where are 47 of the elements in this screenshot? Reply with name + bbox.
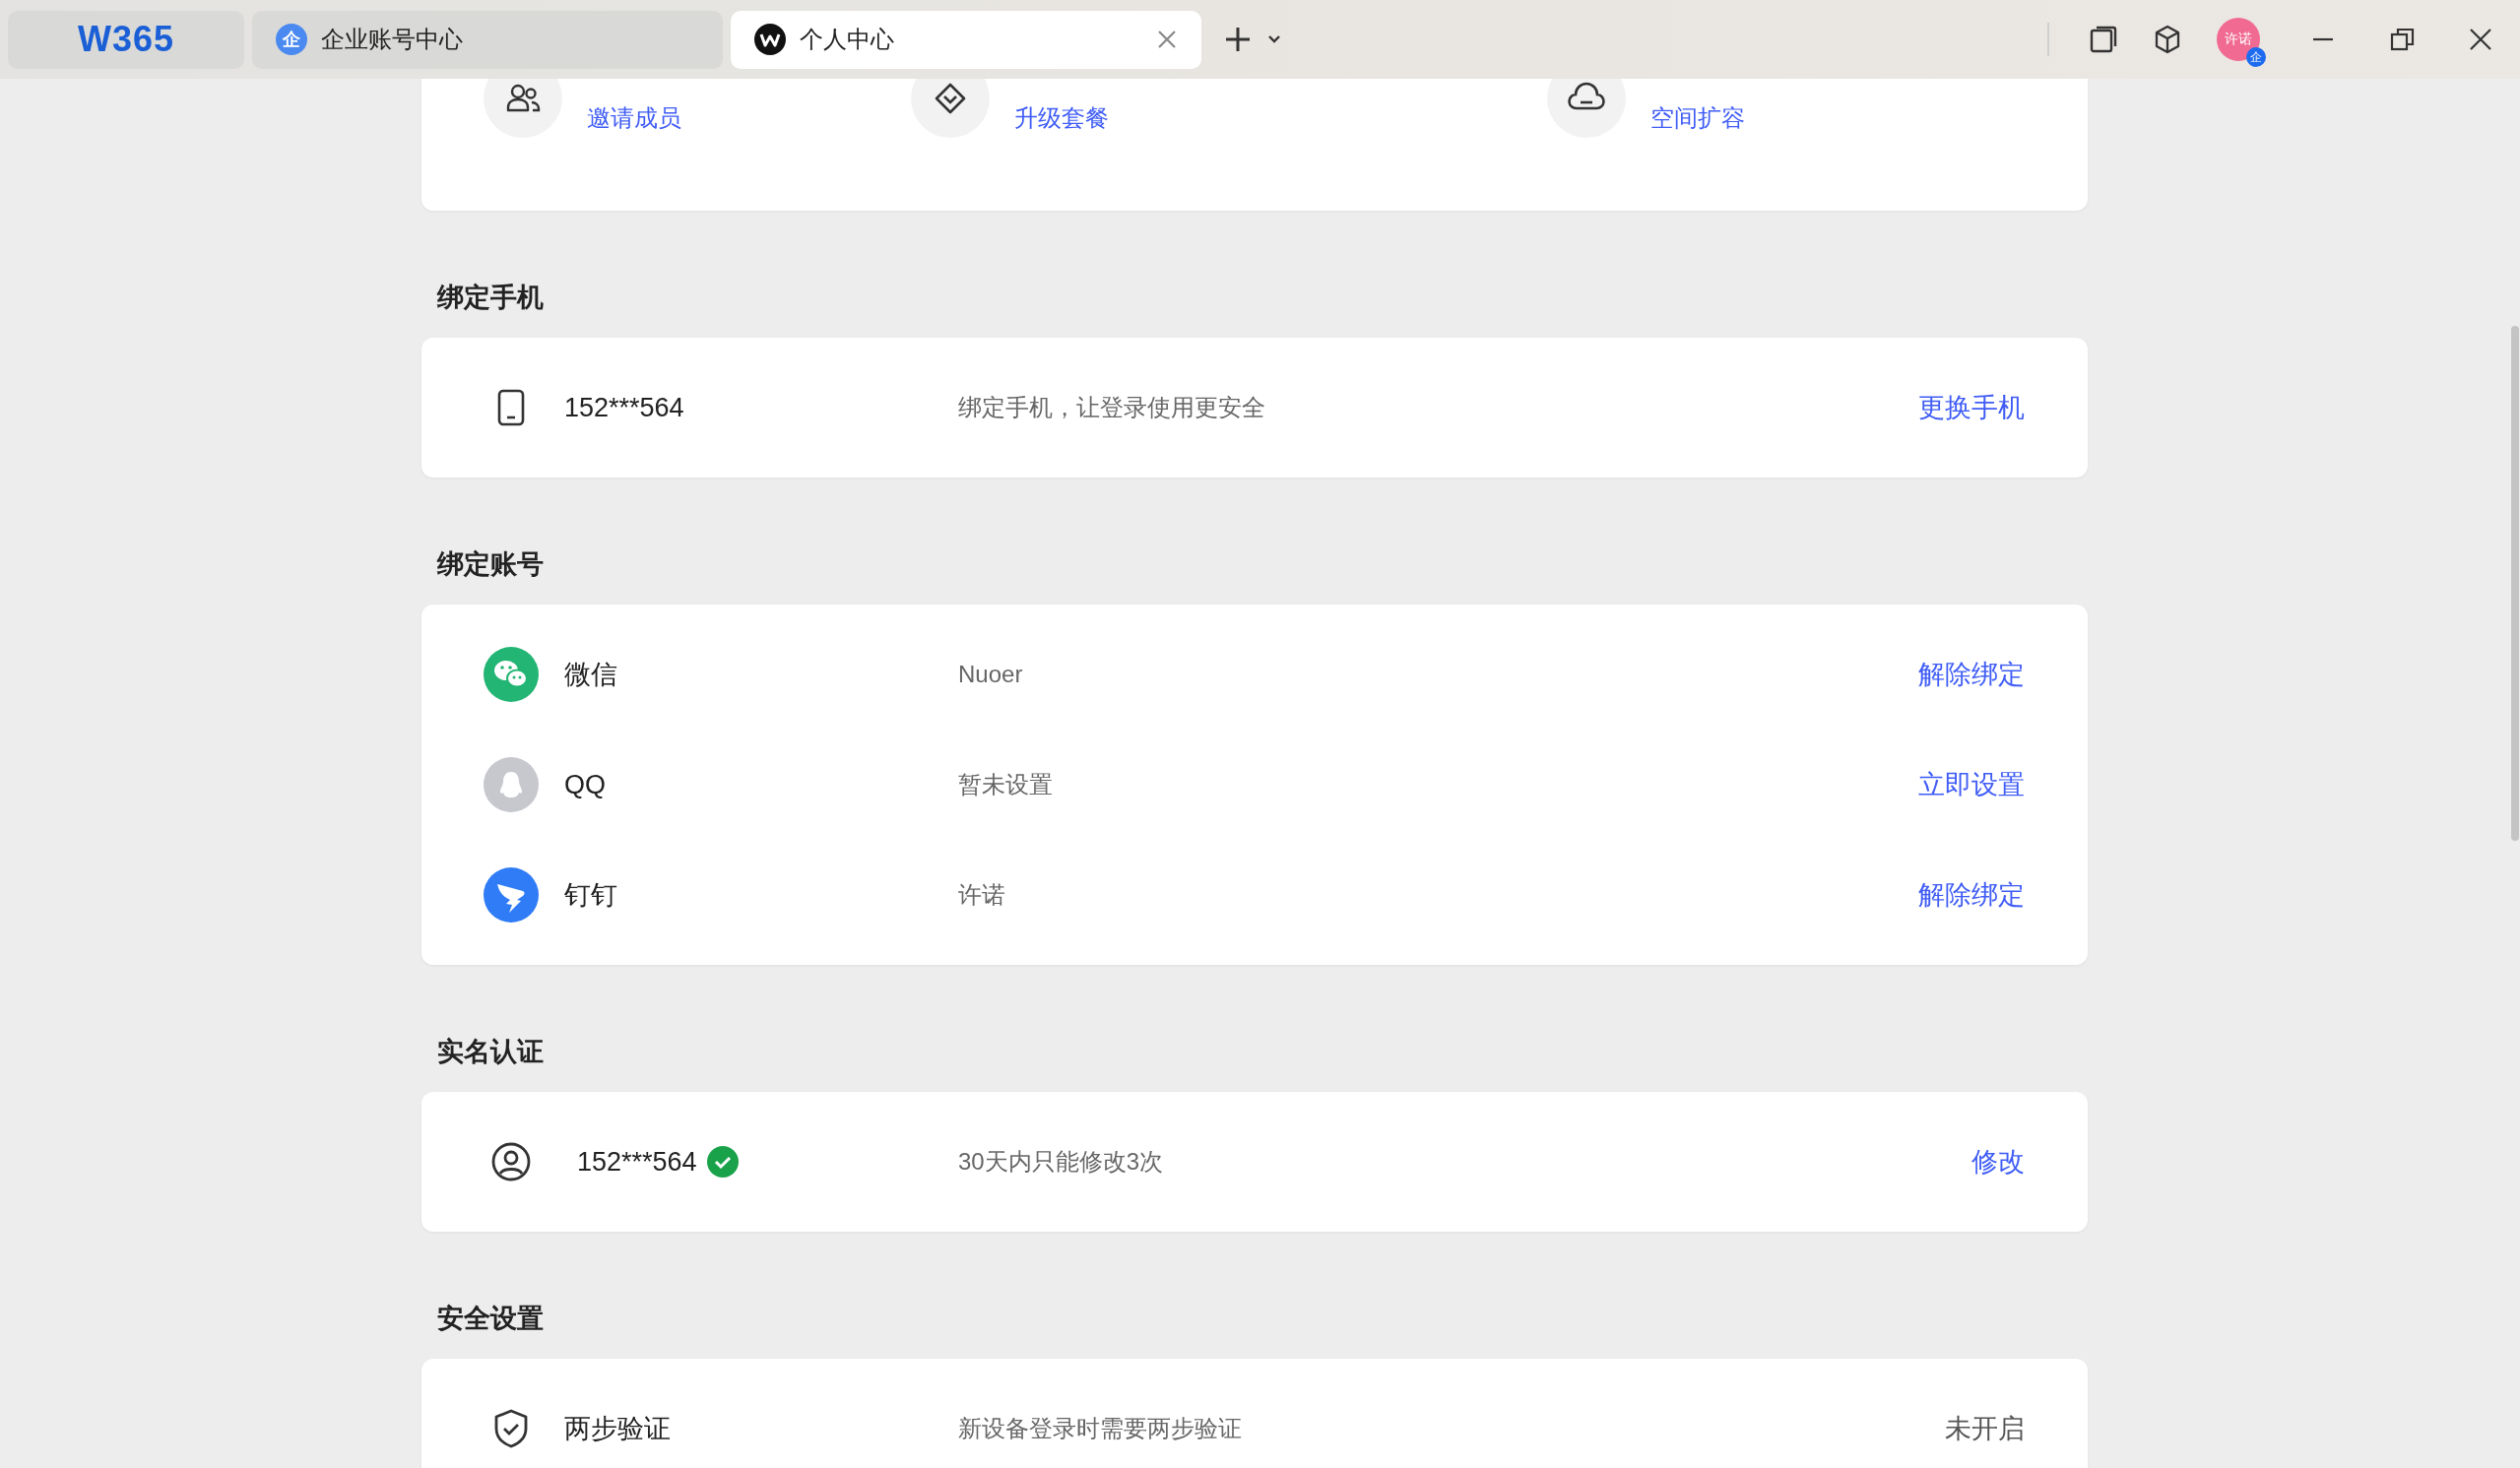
company-icon: 企 xyxy=(276,24,307,55)
diamond-icon xyxy=(911,79,990,138)
section-title: 安全设置 xyxy=(437,1303,545,1335)
phone-icon xyxy=(496,388,526,427)
tab[interactable]: 企 企业账号中心 xyxy=(252,10,723,69)
row-description: 绑定手机，让登录使用更安全 xyxy=(958,393,1266,422)
bird-icon xyxy=(484,867,539,923)
section-title: 绑定手机 xyxy=(437,282,545,314)
account-name: 两步验证 xyxy=(564,1413,671,1445)
section-title: 绑定账号 xyxy=(437,548,545,581)
action-link[interactable]: 解除绑定 xyxy=(1918,657,2025,692)
tab[interactable]: 个人中心 xyxy=(731,10,1201,69)
scrollbar-thumb[interactable] xyxy=(2511,326,2519,841)
chat-bubbles-icon xyxy=(484,647,539,702)
account-name: 微信 xyxy=(564,659,617,691)
account-name: 钉钉 xyxy=(564,879,617,912)
people-icon xyxy=(484,79,562,138)
close-icon[interactable] xyxy=(2469,28,2492,51)
overview-link[interactable]: 空间扩容 xyxy=(1650,102,1745,138)
account-name: 152***564 xyxy=(564,392,684,423)
row-description: 新设备登录时需要两步验证 xyxy=(958,1414,1243,1443)
cloud-icon xyxy=(1547,79,1626,138)
user-icon xyxy=(490,1141,532,1182)
chevron-down-icon[interactable] xyxy=(1266,33,1282,45)
section-title: 实名认证 xyxy=(437,1036,545,1068)
row-description: Nuoer xyxy=(958,661,1024,688)
account-name: QQ xyxy=(564,769,606,800)
account-name: 152***564 xyxy=(577,1146,697,1178)
tab-label: 企业账号中心 xyxy=(321,25,464,54)
overview-link[interactable]: 升级套餐 xyxy=(1014,102,1109,138)
status-text: 未开启 xyxy=(1945,1413,2025,1445)
row-description: 许诺 xyxy=(958,880,1006,910)
action-link[interactable]: 修改 xyxy=(1971,1144,2025,1180)
action-link[interactable]: 更换手机 xyxy=(1918,390,2025,425)
logo-tab[interactable]: W365 xyxy=(8,10,244,69)
action-link[interactable]: 解除绑定 xyxy=(1918,877,2025,913)
enterprise-badge: 企 xyxy=(2246,47,2266,67)
plus-icon[interactable] xyxy=(1223,25,1253,54)
windows-icon[interactable] xyxy=(2089,25,2118,54)
row-description: 30天内只能修改3次 xyxy=(958,1147,1165,1177)
row-description: 暂未设置 xyxy=(958,770,1054,799)
logo-icon xyxy=(754,24,786,55)
action-link[interactable]: 立即设置 xyxy=(1918,767,2025,802)
restore-icon[interactable] xyxy=(2390,27,2416,52)
overview-link[interactable]: 邀请成员 xyxy=(587,102,681,138)
tab-label: 个人中心 xyxy=(800,25,895,54)
penguin-icon xyxy=(484,757,539,812)
